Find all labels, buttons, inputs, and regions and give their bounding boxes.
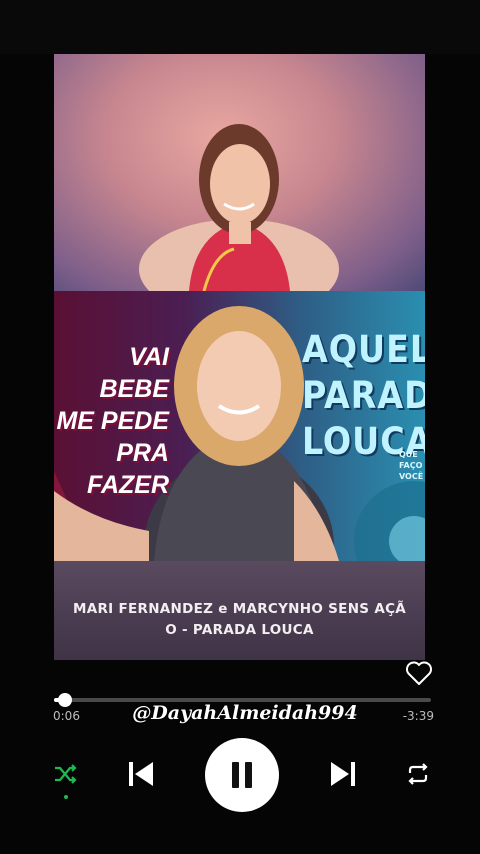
shuffle-icon[interactable]	[52, 761, 78, 787]
caption-band: MARI FERNANDEZ e MARCYNHO SENS AÇÃO - PA…	[54, 561, 425, 660]
cover-small-line: VOCÊ	[399, 472, 424, 481]
cover-left-line: PRA FAZER	[87, 439, 169, 499]
album-art-card: VAI BEBE ME PEDE PRA FAZER AQUELAS PARAD…	[54, 54, 425, 660]
seek-thumb[interactable]	[58, 693, 73, 707]
status-bar	[0, 0, 480, 54]
cover-left-line: VAI BEBE	[99, 343, 169, 403]
pause-icon	[232, 762, 252, 788]
cover-art: VAI BEBE ME PEDE PRA FAZER AQUELAS PARAD…	[54, 291, 425, 561]
shuffle-active-dot	[64, 795, 68, 799]
repeat-icon[interactable]	[405, 761, 431, 787]
person-portrait-top	[139, 124, 339, 319]
elapsed-time: 0:06	[53, 709, 80, 723]
play-pause-button[interactable]	[205, 738, 279, 812]
heart-outline-icon[interactable]	[405, 660, 433, 686]
remaining-time: -3:39	[402, 709, 434, 723]
cover-small-line: FAÇO	[399, 461, 423, 470]
skip-next-icon[interactable]	[327, 758, 359, 790]
player-screen: VAI BEBE ME PEDE PRA FAZER AQUELAS PARAD…	[0, 0, 480, 854]
skip-previous-icon[interactable]	[125, 758, 157, 790]
song-title: MARI FERNANDEZ e MARCYNHO SENS AÇÃO - PA…	[72, 601, 407, 638]
cover-right-small-text: QUE FAÇO VOCÊ	[399, 449, 425, 482]
top-photo	[54, 54, 425, 319]
cover-right-line: AQUELAS	[302, 328, 425, 371]
cover-right-text: AQUELAS PARADAS LOUCA	[302, 327, 425, 465]
cover-left-text: VAI BEBE ME PEDE PRA FAZER	[54, 341, 169, 501]
watermark-handle: @DayahAlmeidah994	[132, 702, 358, 724]
cover-right-line: PARADAS	[302, 374, 425, 417]
cover-left-line: ME PEDE	[56, 407, 169, 435]
cover-small-line: QUE	[399, 450, 418, 459]
